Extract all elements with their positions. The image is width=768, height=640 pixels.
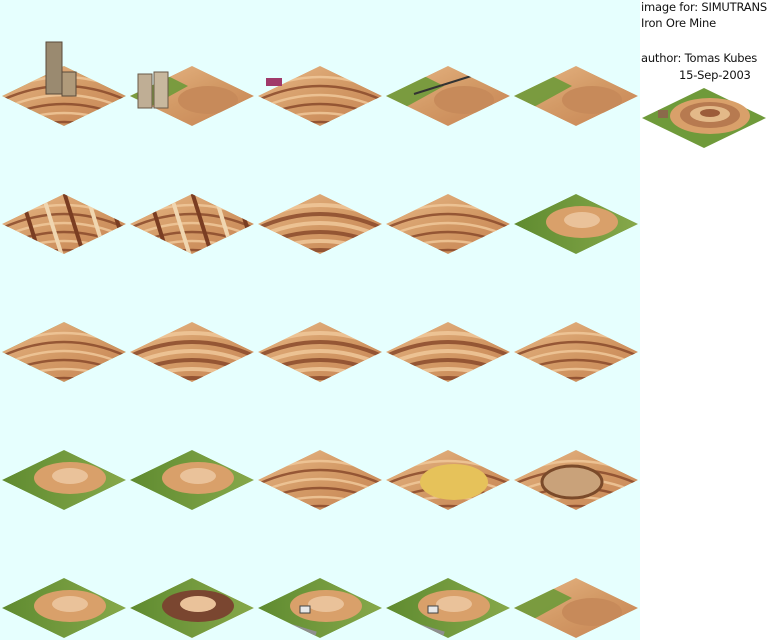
tile-diagonal-strata xyxy=(2,194,126,254)
tile-road-terrace xyxy=(2,322,126,382)
info-author: author: Tomas Kubes xyxy=(641,51,758,65)
tile-conveyor xyxy=(386,66,510,126)
preview-tile xyxy=(642,88,766,148)
tile-ore-heap xyxy=(514,578,638,638)
tile-yard xyxy=(386,578,510,638)
info-date: 15-Sep-2003 xyxy=(679,68,751,82)
tile-terrace-deep xyxy=(258,322,382,382)
tile-grass-edge xyxy=(514,194,638,254)
tile-terrace-light xyxy=(258,450,382,510)
tile-terrace-grass xyxy=(2,41,126,126)
tile-sheet xyxy=(0,0,640,640)
tile-terrace-deep xyxy=(258,194,382,254)
tile-grass-truck xyxy=(258,578,382,638)
info-title: image for: SIMUTRANS xyxy=(641,0,767,14)
tile-yellow-pit xyxy=(386,450,510,510)
tile-mound xyxy=(130,450,254,510)
tile-diagonal-strata xyxy=(130,194,254,254)
tile-terrace-light xyxy=(386,194,510,254)
info-subject: Iron Ore Mine xyxy=(641,16,716,30)
tile-grid xyxy=(2,41,638,638)
tile-round-pit xyxy=(514,450,638,510)
tile-mound xyxy=(2,450,126,510)
tile-silo xyxy=(130,66,254,126)
tile-terrace-deep xyxy=(386,322,510,382)
tile-terrace-light xyxy=(514,322,638,382)
tile-tunnel xyxy=(2,578,126,638)
tile-steep-pit xyxy=(130,322,254,382)
tile-dark-mound xyxy=(130,578,254,638)
tile-pit-ledge xyxy=(258,66,382,126)
tile-ore-heap xyxy=(514,66,638,126)
